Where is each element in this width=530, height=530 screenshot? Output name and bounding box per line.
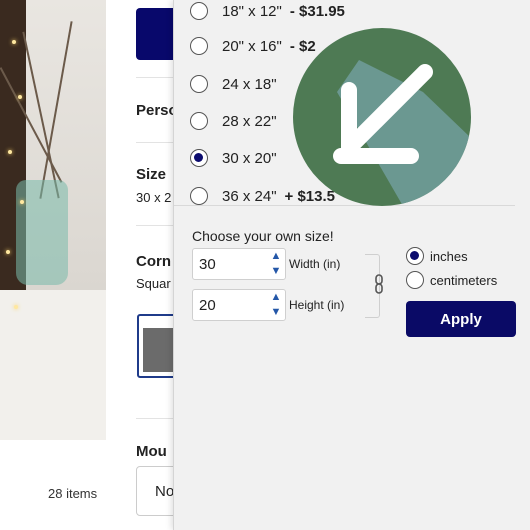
chevron-down-icon[interactable]: ▼: [267, 305, 285, 320]
unit-inches-label: inches: [430, 248, 468, 264]
photo-vase: [16, 180, 68, 285]
size-option[interactable]: 28 x 22": [190, 106, 285, 136]
radio-icon[interactable]: [190, 75, 208, 93]
radio-icon[interactable]: [190, 149, 208, 167]
size-option-label: 30 x 20": [222, 149, 277, 167]
unit-centimeters-option[interactable]: centimeters: [406, 271, 497, 289]
personalize-label: Perso: [136, 102, 178, 119]
radio-icon[interactable]: [190, 187, 208, 205]
size-option-label: 36 x 24": [222, 187, 277, 205]
size-option-label: 28 x 22": [222, 112, 277, 130]
height-label: Height (in): [289, 298, 345, 312]
size-option[interactable]: 24 x 18": [190, 69, 285, 99]
size-option-label: 18" x 12": [222, 2, 282, 20]
photo-light: [14, 305, 18, 309]
size-option-label: 20" x 16": [222, 37, 282, 55]
corner-value: Squar: [136, 276, 171, 291]
product-photo: [0, 0, 106, 440]
radio-icon[interactable]: [406, 247, 424, 265]
size-option-label: 24 x 18": [222, 75, 277, 93]
width-spinner[interactable]: ▲ ▼: [267, 249, 285, 279]
width-input[interactable]: [193, 249, 263, 279]
width-label: Width (in): [289, 257, 341, 271]
photo-light: [18, 95, 22, 99]
size-option[interactable]: 30 x 20": [190, 143, 285, 173]
photo-light: [6, 250, 10, 254]
size-option[interactable]: 20" x 16" - $2: [190, 31, 316, 61]
chain-link-icon[interactable]: [374, 274, 384, 294]
unit-inches-option[interactable]: inches: [406, 247, 468, 265]
chevron-up-icon[interactable]: ▲: [267, 249, 285, 264]
chevron-down-icon[interactable]: ▼: [267, 264, 285, 279]
arrow-down-left-icon: [333, 60, 471, 206]
size-value: 30 x 2: [136, 190, 172, 205]
photo-box: [0, 290, 106, 440]
chevron-up-icon[interactable]: ▲: [267, 290, 285, 305]
height-spinner[interactable]: ▲ ▼: [267, 290, 285, 320]
unit-centimeters-label: centimeters: [430, 272, 498, 288]
mount-label: Mou: [136, 443, 167, 460]
swatch-fill: [143, 328, 177, 372]
radio-icon[interactable]: [190, 37, 208, 55]
photo-light: [12, 40, 16, 44]
size-option-price: - $2: [289, 37, 316, 55]
corner-label: Corn: [136, 253, 171, 270]
size-option-price: + $13.5: [284, 187, 335, 205]
height-stepper[interactable]: ▲ ▼: [192, 289, 286, 321]
width-stepper[interactable]: ▲ ▼: [192, 248, 286, 280]
size-option-price: - $31.95: [289, 2, 345, 20]
apply-button[interactable]: Apply: [406, 301, 516, 337]
height-input[interactable]: [193, 290, 263, 320]
radio-icon[interactable]: [190, 2, 208, 20]
scroll-down-badge[interactable]: [293, 28, 471, 206]
photo-light: [20, 200, 24, 204]
radio-icon[interactable]: [190, 112, 208, 130]
radio-icon[interactable]: [406, 271, 424, 289]
size-label: Size: [136, 166, 167, 183]
panel-divider: [174, 205, 515, 206]
custom-size-heading: Choose your own size!: [192, 228, 334, 244]
size-option[interactable]: 36 x 24" + $13.5: [190, 181, 335, 211]
item-count: 28 items: [48, 486, 98, 501]
photo-light: [8, 150, 12, 154]
size-option[interactable]: 18" x 12" - $31.95: [190, 0, 345, 26]
